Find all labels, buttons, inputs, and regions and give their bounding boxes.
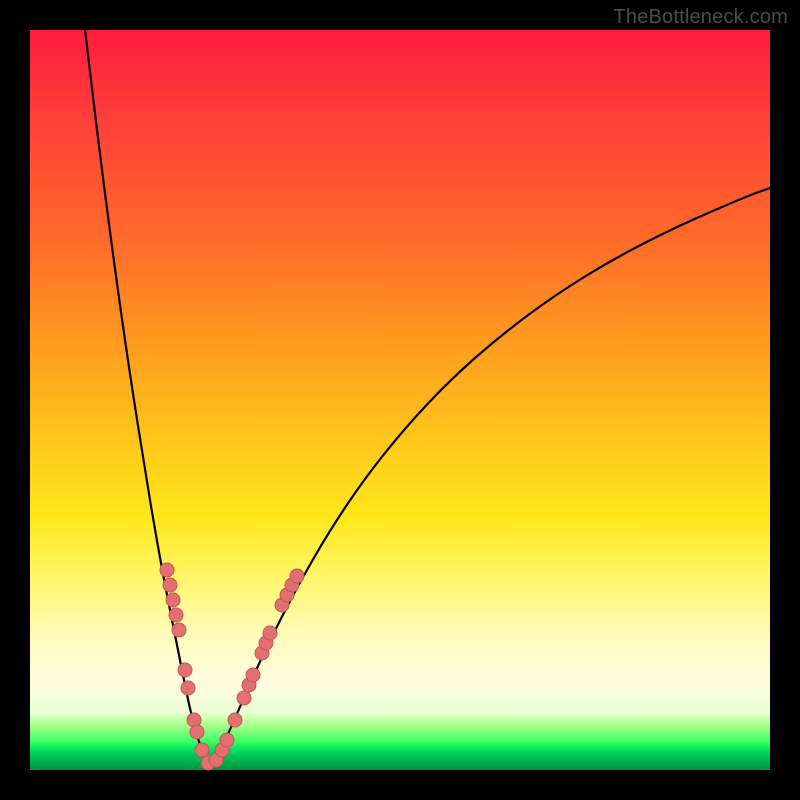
data-dot xyxy=(160,563,174,577)
chart-frame: TheBottleneck.com xyxy=(0,0,800,800)
data-dot xyxy=(181,681,195,695)
data-dot xyxy=(228,713,242,727)
data-dot xyxy=(246,668,260,682)
data-dot xyxy=(237,691,251,705)
bottleneck-curve xyxy=(30,30,770,770)
watermark-text: TheBottleneck.com xyxy=(613,6,788,29)
data-dot xyxy=(172,623,186,637)
curve-dots xyxy=(160,563,304,770)
plot-area xyxy=(30,30,770,770)
data-dot xyxy=(166,593,180,607)
data-dot xyxy=(178,663,192,677)
data-dot xyxy=(220,733,234,747)
data-dot xyxy=(163,578,177,592)
curve-left-branch xyxy=(85,30,210,766)
data-dot xyxy=(290,569,304,583)
data-dot xyxy=(263,626,277,640)
curve-right-branch xyxy=(210,188,770,766)
data-dot xyxy=(190,725,204,739)
data-dot xyxy=(169,608,183,622)
data-dot xyxy=(195,743,209,757)
